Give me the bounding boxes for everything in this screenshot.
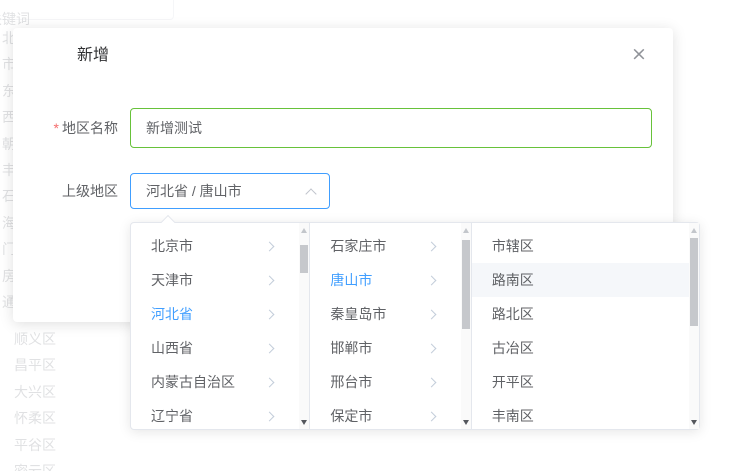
region-name-value: 新增测试 [146, 120, 202, 136]
cascader-node-province[interactable]: 河北省 [131, 297, 309, 331]
cascader-node-city[interactable]: 邯郸市 [310, 331, 470, 365]
cascader-node-province[interactable]: 北京市 [131, 229, 309, 263]
required-asterisk: * [54, 120, 59, 136]
cascader-dropdown: 北京市 天津市 河北省 山西省 [130, 222, 700, 430]
chevron-up-icon [305, 188, 316, 199]
dialog-title: 新增 [77, 44, 109, 68]
chevron-right-icon [265, 377, 275, 387]
chevron-right-icon [265, 309, 275, 319]
parent-region-value: 河北省 / 唐山市 [146, 183, 242, 199]
chevron-right-icon [426, 377, 436, 387]
cascader-menu-districts: 市辖区 路南区 路北区 古冶区 开平区 [472, 223, 699, 429]
region-name-input[interactable]: 新增测试 [130, 108, 652, 148]
scrollbar[interactable] [461, 223, 471, 429]
scrollbar[interactable] [689, 223, 699, 429]
cascader-menu-provinces: 北京市 天津市 河北省 山西省 [131, 223, 310, 429]
scroll-down-arrow[interactable] [689, 416, 699, 428]
scrollbar-thumb[interactable] [300, 245, 308, 273]
close-icon[interactable]: × [627, 42, 651, 66]
chevron-right-icon [426, 275, 436, 285]
chevron-right-icon [426, 411, 436, 421]
cascader-node-city[interactable]: 邢台市 [310, 365, 470, 399]
cascader-node-district[interactable]: 丰南区 [472, 399, 699, 429]
cascader-node-district[interactable]: 开平区 [472, 365, 699, 399]
cascader-node-province[interactable]: 山西省 [131, 331, 309, 365]
cascader-node-district[interactable]: 路南区 [472, 263, 699, 297]
scrollbar[interactable] [299, 223, 309, 429]
cascader-node-district[interactable]: 市辖区 [472, 229, 699, 263]
cascader-node-province[interactable]: 天津市 [131, 263, 309, 297]
cascader-node-city[interactable]: 秦皇岛市 [310, 297, 470, 331]
region-name-label: *地区名称 [13, 118, 118, 138]
chevron-right-icon [426, 309, 436, 319]
cascader-node-province[interactable]: 辽宁省 [131, 399, 309, 429]
scrollbar-thumb[interactable] [690, 238, 698, 326]
scrollbar-thumb[interactable] [462, 240, 470, 329]
cascader-node-city[interactable]: 保定市 [310, 399, 470, 429]
parent-region-cascader[interactable]: 河北省 / 唐山市 [130, 173, 330, 209]
cascader-menu-cities: 石家庄市 唐山市 秦皇岛市 邯郸市 [310, 223, 471, 429]
cascader-node-city[interactable]: 唐山市 [310, 263, 470, 297]
scroll-up-arrow[interactable] [461, 224, 471, 236]
app-window: 关键词 北京市 市辖区 东城区 西城区 朝阳区 [0, 0, 748, 471]
chevron-right-icon [265, 411, 275, 421]
scroll-down-arrow[interactable] [299, 416, 309, 428]
chevron-right-icon [265, 275, 275, 285]
scroll-up-arrow[interactable] [299, 224, 309, 236]
scroll-down-arrow[interactable] [461, 416, 471, 428]
cascader-node-province[interactable]: 内蒙古自治区 [131, 365, 309, 399]
scroll-up-arrow[interactable] [689, 224, 699, 236]
chevron-right-icon [426, 241, 436, 251]
cascader-node-city[interactable]: 石家庄市 [310, 229, 470, 263]
chevron-right-icon [426, 343, 436, 353]
chevron-right-icon [265, 343, 275, 353]
cascader-node-district[interactable]: 路北区 [472, 297, 699, 331]
cascader-node-district[interactable]: 古冶区 [472, 331, 699, 365]
parent-region-label: 上级地区 [13, 181, 118, 201]
chevron-right-icon [265, 241, 275, 251]
